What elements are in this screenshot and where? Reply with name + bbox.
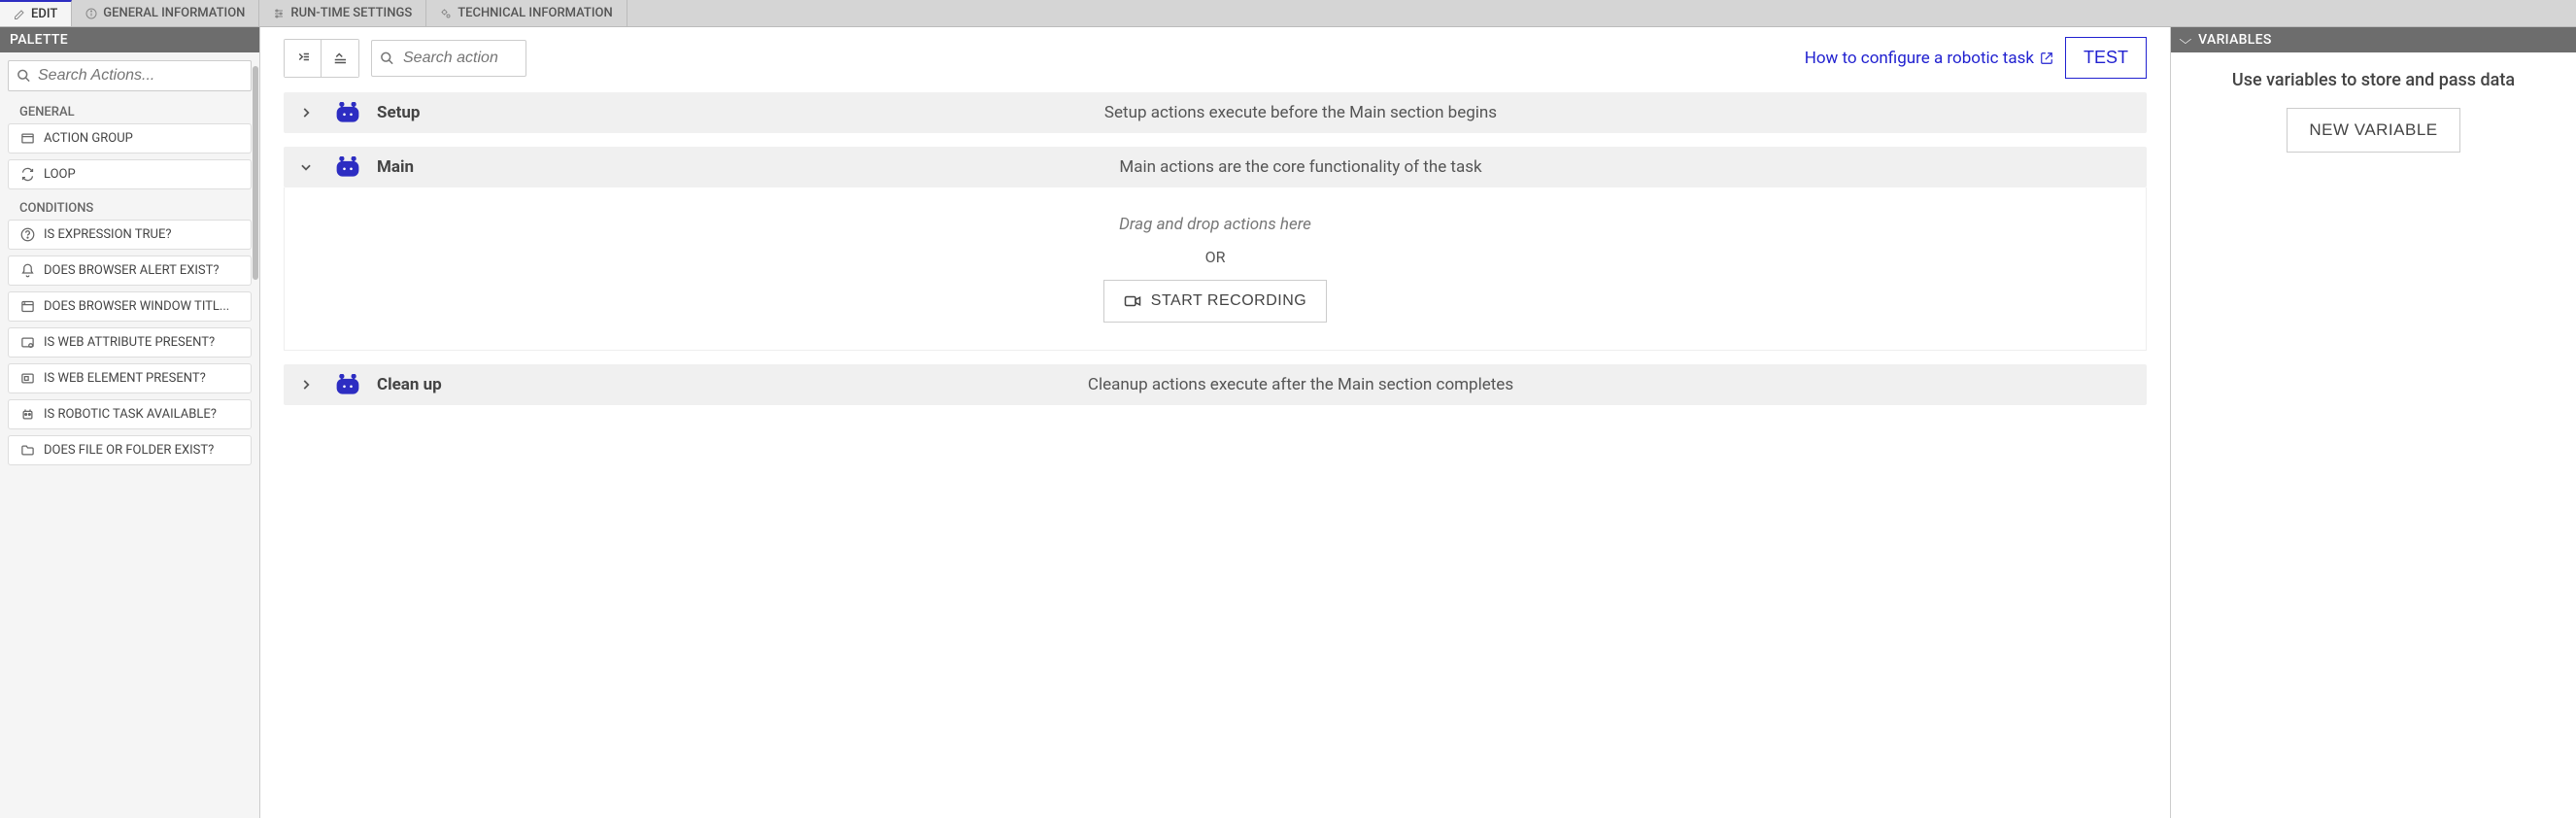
section-name: Main xyxy=(377,157,455,177)
palette-item-label: ACTION GROUP xyxy=(44,131,133,146)
palette-item-label: IS EXPRESSION TRUE? xyxy=(44,227,172,242)
chevron-right-icon[interactable] xyxy=(299,106,319,119)
palette-item-does-browser-window-title[interactable]: DOES BROWSER WINDOW TITL... xyxy=(8,291,252,322)
setup-section-header: Setup Setup actions execute before the M… xyxy=(284,92,2147,133)
expand-collapse-group xyxy=(284,39,359,78)
center-panel: How to configure a robotic task TEST Set… xyxy=(260,27,2170,818)
palette-item-label: DOES FILE OR FOLDER EXIST? xyxy=(44,443,214,458)
settings-list-icon xyxy=(273,8,285,19)
drop-hint: Drag and drop actions here xyxy=(1119,215,1311,234)
loop-icon xyxy=(18,167,36,182)
palette-item-is-robotic-task-available[interactable]: IS ROBOTIC TASK AVAILABLE? xyxy=(8,399,252,429)
tab-label: GENERAL INFORMATION xyxy=(103,6,245,20)
palette-scrollbar[interactable] xyxy=(253,66,258,280)
tab-technical-information[interactable]: TECHNICAL INFORMATION xyxy=(426,0,627,26)
info-icon xyxy=(85,8,97,19)
top-tabs: EDIT GENERAL INFORMATION RUN-TIME SETTIN… xyxy=(0,0,2576,27)
palette-item-is-web-attribute-present[interactable]: IS WEB ATTRIBUTE PRESENT? xyxy=(8,327,252,358)
action-search-input[interactable] xyxy=(371,40,526,77)
section-desc: Cleanup actions execute after the Main s… xyxy=(470,375,2131,394)
search-icon xyxy=(17,69,31,84)
palette-item-label: DOES BROWSER WINDOW TITL... xyxy=(44,299,229,314)
setup-section: Setup Setup actions execute before the M… xyxy=(284,92,2147,133)
tab-runtime-settings[interactable]: RUN-TIME SETTINGS xyxy=(259,0,426,26)
chevron-down-icon[interactable] xyxy=(299,160,319,174)
palette-item-is-expression-true[interactable]: IS EXPRESSION TRUE? xyxy=(8,220,252,250)
palette-item-label: IS ROBOTIC TASK AVAILABLE? xyxy=(44,407,217,422)
palette-item-loop[interactable]: LOOP xyxy=(8,159,252,189)
tab-general-information[interactable]: GENERAL INFORMATION xyxy=(72,0,259,26)
palette-item-label: IS WEB ATTRIBUTE PRESENT? xyxy=(44,335,215,350)
robot-small-icon xyxy=(18,407,36,422)
section-name: Clean up xyxy=(377,375,455,394)
external-link-icon xyxy=(2040,51,2053,65)
palette-item-does-file-or-folder-exist[interactable]: DOES FILE OR FOLDER EXIST? xyxy=(8,435,252,465)
link-text: How to configure a robotic task xyxy=(1805,49,2034,68)
question-circle-icon xyxy=(18,227,36,242)
edit-icon xyxy=(14,9,25,20)
palette-search-input[interactable] xyxy=(8,60,252,91)
or-text: OR xyxy=(1205,248,1226,266)
window-icon xyxy=(18,131,36,146)
palette-item-does-browser-alert-exist[interactable]: DOES BROWSER ALERT EXIST? xyxy=(8,256,252,286)
start-recording-button[interactable]: START RECORDING xyxy=(1103,280,1327,323)
palette-section-title: GENERAL xyxy=(8,99,252,123)
palette-item-label: LOOP xyxy=(44,167,76,182)
toolbar: How to configure a robotic task TEST xyxy=(284,37,2147,79)
main-section-body[interactable]: Drag and drop actions here OR START RECO… xyxy=(284,187,2147,351)
variables-panel: VARIABLES Use variables to store and pas… xyxy=(2170,27,2576,818)
palette-header: PALETTE xyxy=(0,27,259,52)
new-variable-button[interactable]: NEW VARIABLE xyxy=(2287,108,2459,153)
tab-label: EDIT xyxy=(31,7,57,21)
variables-header[interactable]: VARIABLES xyxy=(2171,27,2576,52)
chevron-right-icon[interactable] xyxy=(299,378,319,392)
robot-icon xyxy=(334,374,361,395)
gears-icon xyxy=(440,8,452,19)
cleanup-section: Clean up Cleanup actions execute after t… xyxy=(284,364,2147,405)
bell-icon xyxy=(18,263,36,278)
section-name: Setup xyxy=(377,103,455,122)
search-icon xyxy=(380,51,394,65)
tab-edit[interactable]: EDIT xyxy=(0,0,72,26)
main-section-header: Main Main actions are the core functiona… xyxy=(284,147,2147,187)
palette-section-title: CONDITIONS xyxy=(8,195,252,220)
main-section: Main Main actions are the core functiona… xyxy=(284,147,2147,351)
test-button[interactable]: TEST xyxy=(2065,37,2147,79)
palette-item-is-web-element-present[interactable]: IS WEB ELEMENT PRESENT? xyxy=(8,363,252,393)
variables-hint: Use variables to store and pass data xyxy=(2232,70,2515,90)
palette-item-action-group[interactable]: ACTION GROUP xyxy=(8,123,252,153)
section-desc: Main actions are the core functionality … xyxy=(470,157,2131,177)
configure-task-link[interactable]: How to configure a robotic task xyxy=(1805,49,2053,68)
element-icon xyxy=(18,371,36,386)
camera-icon xyxy=(1124,294,1141,308)
palette-item-label: DOES BROWSER ALERT EXIST? xyxy=(44,263,220,278)
record-label: START RECORDING xyxy=(1151,292,1306,310)
palette-item-label: IS WEB ELEMENT PRESENT? xyxy=(44,371,206,386)
robot-icon xyxy=(334,102,361,123)
expand-all-button[interactable] xyxy=(322,40,358,77)
collapse-all-button[interactable] xyxy=(285,40,322,77)
section-desc: Setup actions execute before the Main se… xyxy=(470,103,2131,122)
folder-icon xyxy=(18,443,36,458)
cleanup-section-header: Clean up Cleanup actions execute after t… xyxy=(284,364,2147,405)
tab-label: RUN-TIME SETTINGS xyxy=(290,6,412,20)
browser-icon xyxy=(18,299,36,314)
palette-panel: PALETTE GENERAL ACTION GROUP LOO xyxy=(0,27,260,818)
attribute-icon xyxy=(18,335,36,350)
robot-icon xyxy=(334,156,361,178)
tab-label: TECHNICAL INFORMATION xyxy=(458,6,613,20)
